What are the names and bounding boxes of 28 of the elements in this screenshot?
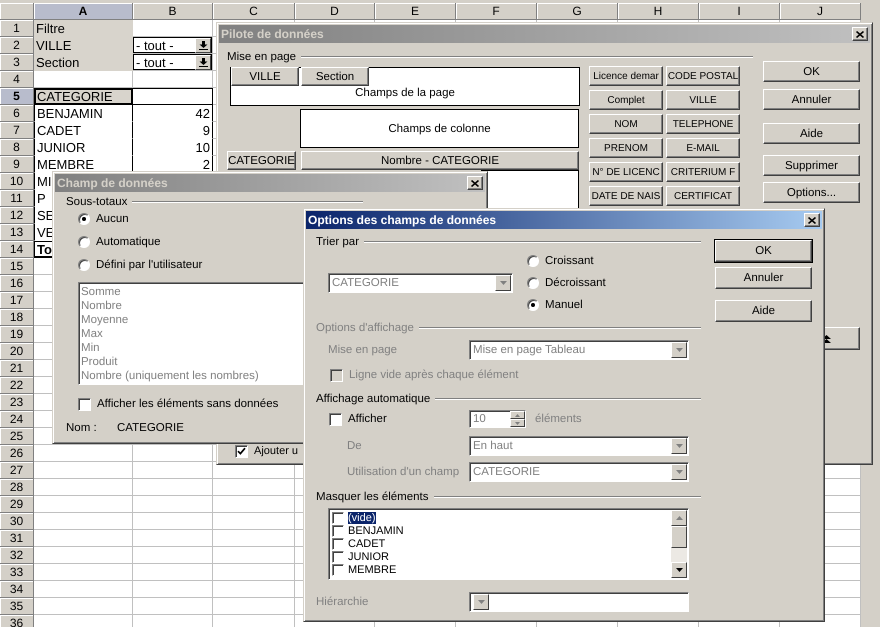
table-cell: Section: [34, 54, 133, 71]
window-title: Pilote de données: [221, 27, 324, 41]
field-label: Mise en page: [328, 344, 398, 356]
group-label: Masquer les éléments: [316, 491, 428, 503]
group-label: Trier par: [316, 236, 360, 248]
group-label: Options d'affichage: [316, 322, 414, 334]
table-cell: MEMBRE: [34, 156, 133, 173]
table-cell: BENJAMIN: [34, 105, 133, 122]
group-label: Mise en page: [227, 51, 296, 63]
area-label: Champs de colonne: [388, 122, 491, 134]
field-label: Hiérarchie: [316, 596, 370, 608]
field-label: Utilisation d'un champ: [347, 466, 460, 478]
group-label: Affichage automatique: [316, 393, 430, 405]
field-label: De: [347, 440, 363, 452]
group-label: Sous-totaux: [66, 196, 128, 208]
area-label: Champs de la page: [354, 87, 456, 99]
table-cell: JUNIOR: [34, 139, 133, 156]
table-cell: CATEGORIE: [34, 88, 133, 105]
table-cell: VILLE: [34, 37, 133, 54]
field-value: CATEGORIE: [117, 422, 184, 434]
table-cell: 42: [133, 105, 213, 122]
table-cell: 9: [133, 122, 213, 139]
table-cell: Filtre: [34, 20, 133, 37]
unit-label: éléments: [535, 413, 582, 425]
table-cell: CADET: [34, 122, 133, 139]
window-title: Options des champs de données: [308, 213, 496, 227]
field-label: Nom :: [66, 422, 98, 434]
table-cell: 10: [133, 139, 213, 156]
